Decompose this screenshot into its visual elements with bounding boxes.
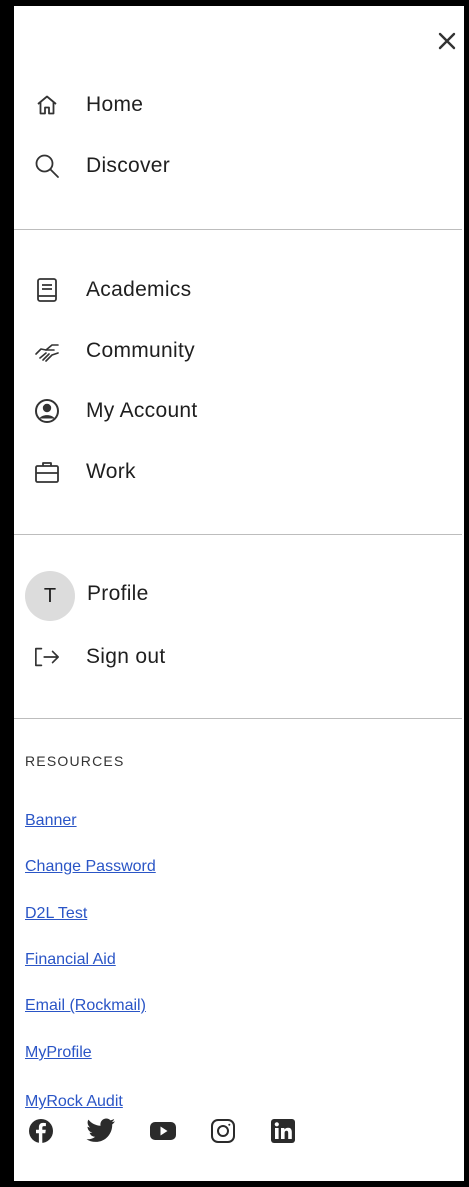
nav-item-work[interactable]: Work [34,452,136,492]
handshake-icon [34,338,60,364]
close-button[interactable] [432,26,462,56]
instagram-icon [211,1119,235,1143]
account-circle-icon [34,398,60,424]
nav-item-home[interactable]: Home [34,85,143,125]
facebook-icon [29,1119,53,1143]
nav-label-academics: Academics [86,278,192,301]
resource-link-financial-aid[interactable]: Financial Aid [25,951,116,969]
twitter-link[interactable] [86,1116,116,1146]
resources-title: RESOURCES [25,753,125,769]
resource-link-myrock-audit[interactable]: MyRock Audit [25,1093,123,1111]
nav-label-discover: Discover [86,154,171,177]
book-icon [34,277,60,303]
avatar[interactable]: T [25,571,75,621]
resource-link-email-rockmail[interactable]: Email (Rockmail) [25,997,146,1015]
sign-out-icon [34,644,60,670]
resource-link-d2l-test[interactable]: D2L Test [25,905,87,923]
home-icon [34,92,60,118]
nav-label-home: Home [86,93,144,116]
resource-link-myprofile[interactable]: MyProfile [25,1044,92,1062]
sign-out-label: Sign out [86,645,166,668]
resource-link-banner[interactable]: Banner [25,812,77,830]
linkedin-icon [271,1119,295,1143]
instagram-link[interactable] [208,1116,238,1146]
divider [14,229,462,230]
youtube-icon [150,1122,176,1140]
search-icon [34,153,60,179]
facebook-link[interactable] [26,1116,56,1146]
briefcase-icon [34,459,60,485]
nav-label-my-account: My Account [86,399,198,422]
twitter-icon [86,1118,115,1142]
nav-item-discover[interactable]: Discover [34,146,170,186]
linkedin-link[interactable] [268,1116,298,1146]
nav-label-community: Community [86,339,195,362]
resource-link-change-password[interactable]: Change Password [25,858,156,876]
divider [14,534,462,535]
nav-item-community[interactable]: Community [34,331,195,371]
nav-label-work: Work [86,460,136,483]
divider [14,718,462,719]
nav-item-my-account[interactable]: My Account [34,391,198,431]
close-icon [438,32,456,50]
profile-link[interactable]: Profile [87,582,149,606]
youtube-link[interactable] [148,1116,178,1146]
nav-item-academics[interactable]: Academics [34,270,191,310]
sign-out-button[interactable]: Sign out [34,637,165,677]
